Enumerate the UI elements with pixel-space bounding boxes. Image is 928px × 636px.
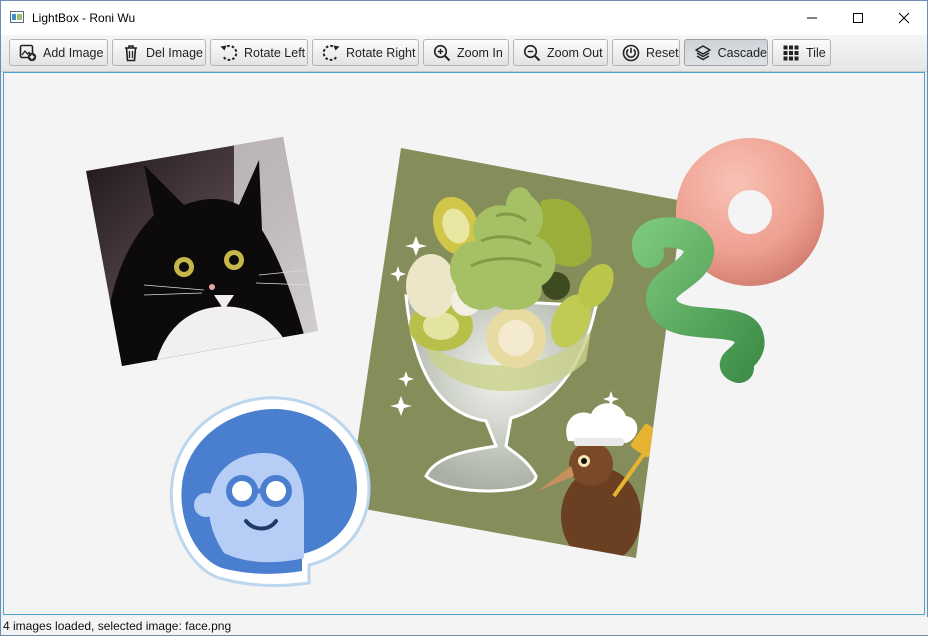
face-sticker-image[interactable] [164, 393, 374, 591]
close-button[interactable] [881, 1, 927, 34]
rotate-right-label: Rotate Right [346, 45, 416, 60]
zoom-in-icon [432, 43, 452, 63]
rotate-right-icon [321, 43, 341, 63]
del-image-button[interactable]: Del Image [112, 39, 206, 66]
del-image-label: Del Image [146, 45, 203, 60]
minimize-button[interactable] [789, 1, 835, 34]
window-title: LightBox - Roni Wu [32, 11, 136, 25]
rotate-left-icon [219, 43, 239, 63]
status-bar: 4 images loaded, selected image: face.pn… [1, 617, 928, 635]
grid-icon [781, 43, 801, 63]
maximize-icon [853, 12, 863, 23]
donut-squiggle-image[interactable] [624, 133, 830, 385]
cascade-label: Cascade [717, 45, 767, 60]
reset-button[interactable]: Reset [612, 39, 680, 66]
tile-button[interactable]: Tile [772, 39, 831, 66]
add-image-icon [18, 43, 38, 63]
app-icon [10, 11, 24, 23]
lightbox-canvas[interactable] [3, 72, 925, 615]
zoom-in-button[interactable]: Zoom In [423, 39, 509, 66]
zoom-out-icon [522, 43, 542, 63]
zoom-in-label: Zoom In [457, 45, 503, 60]
app-window: LightBox - Roni Wu Add Image Del Image R… [0, 0, 928, 636]
power-icon [621, 43, 641, 63]
zoom-out-label: Zoom Out [547, 45, 603, 60]
rotate-left-label: Rotate Left [244, 45, 306, 60]
layers-icon [693, 43, 713, 63]
cat-image[interactable] [84, 135, 320, 370]
title-bar[interactable]: LightBox - Roni Wu [1, 1, 927, 35]
cascade-button[interactable]: Cascade [684, 39, 768, 66]
reset-label: Reset [646, 45, 679, 60]
add-image-label: Add Image [43, 45, 104, 60]
trash-icon [121, 43, 141, 63]
rotate-right-button[interactable]: Rotate Right [312, 39, 419, 66]
close-icon [898, 12, 910, 23]
rotate-left-button[interactable]: Rotate Left [210, 39, 308, 66]
maximize-button[interactable] [835, 1, 881, 34]
add-image-button[interactable]: Add Image [9, 39, 108, 66]
toolbar: Add Image Del Image Rotate Left Rotate R… [1, 35, 927, 72]
minimize-icon [807, 17, 817, 18]
tile-label: Tile [806, 45, 826, 60]
zoom-out-button[interactable]: Zoom Out [513, 39, 608, 66]
